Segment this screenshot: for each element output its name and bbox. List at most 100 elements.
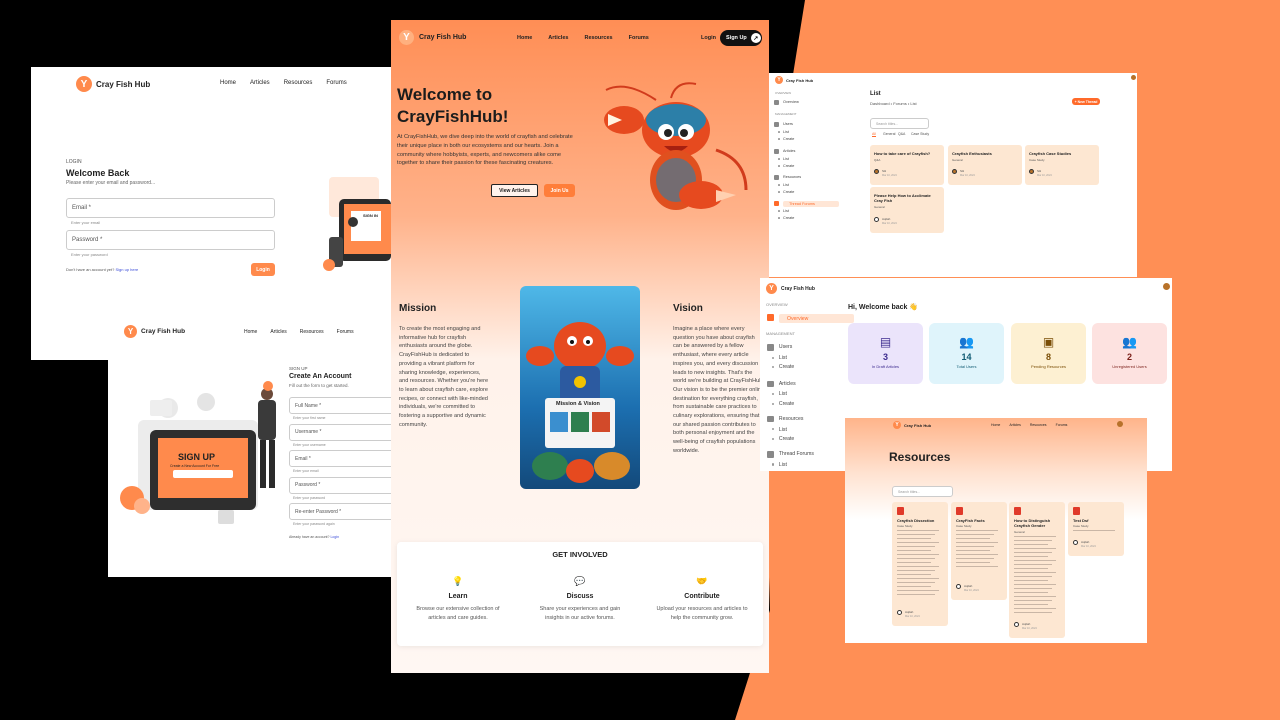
- breadcrumb: Dashboard • Forums • List: [870, 101, 917, 106]
- resource-card[interactable]: How to Distinguish Crayfish Gender Genera…: [1009, 502, 1065, 638]
- resource-card[interactable]: Test Dsf Case Study Aqilah Mar 10, 2024: [1068, 502, 1124, 556]
- search-input[interactable]: Search titles...: [892, 486, 953, 497]
- sidebar-section-overview: OVERVIEW: [766, 302, 788, 308]
- brand-logo[interactable]: Y Cray Fish Hub: [893, 421, 931, 429]
- text-line: [897, 574, 931, 575]
- sidebar-item[interactable]: Create: [783, 190, 794, 194]
- nav-resources[interactable]: Resources: [1030, 423, 1047, 427]
- thread-card[interactable]: Please Help How to Acclimate Cray Fish Ge…: [870, 187, 944, 233]
- brand-logo[interactable]: Y Cray Fish Hub: [76, 76, 150, 92]
- signup-field[interactable]: Password *: [289, 476, 392, 494]
- signup-subtitle: Fill out the form to get started.: [289, 383, 349, 388]
- landing-panel: Y Cray Fish Hub Home Articles Resources …: [391, 20, 769, 673]
- forum-tab[interactable]: General: [883, 132, 895, 136]
- sidebar-item[interactable]: Create: [779, 436, 794, 442]
- nav-articles[interactable]: Articles: [270, 329, 286, 335]
- brand-logo[interactable]: Y Cray Fish Hub: [766, 283, 815, 294]
- nav-home[interactable]: Home: [244, 329, 257, 335]
- sidebar-item[interactable]: Users: [783, 122, 793, 126]
- nav-articles[interactable]: Articles: [548, 35, 568, 41]
- sidebar-item[interactable]: Create: [783, 164, 794, 168]
- email-label: Email *: [72, 205, 92, 211]
- avatar[interactable]: [1117, 421, 1123, 427]
- involve-item-title: Discuss: [566, 593, 594, 600]
- nav-home[interactable]: Home: [991, 423, 1000, 427]
- search-input[interactable]: Search titles...: [870, 118, 929, 129]
- sidebar-item[interactable]: Create: [779, 364, 794, 370]
- resource-card[interactable]: Crayfish Dissection Case Study Aqilah Mar 1…: [892, 502, 948, 626]
- signup-link[interactable]: Sign up here: [115, 267, 138, 272]
- sidebar-item[interactable]: Resources: [783, 175, 801, 179]
- text-line: [1014, 544, 1048, 545]
- stat-label: Unregistered Users: [1112, 364, 1147, 369]
- login-illustration: SIGN IN: [319, 167, 391, 277]
- signup-field[interactable]: Username *: [289, 423, 392, 441]
- signup-field[interactable]: Full Name *: [289, 397, 392, 414]
- thread-card[interactable]: Crayfish Case Studies Case Study Siti Mar 1…: [1025, 145, 1099, 185]
- sidebar-item[interactable]: Create: [779, 401, 794, 407]
- login-button[interactable]: Login: [251, 263, 275, 276]
- thread-card[interactable]: Crayfish Enthusiasts General Siti Mar 10, 2…: [948, 145, 1022, 185]
- sidebar-item[interactable]: List: [783, 157, 789, 161]
- sidebar-item[interactable]: List: [783, 183, 789, 187]
- sidebar-item[interactable]: List: [779, 355, 787, 361]
- text-line: [956, 530, 998, 531]
- signup-button[interactable]: Sign Up ↗: [720, 30, 762, 46]
- sidebar-item[interactable]: Overview: [778, 314, 855, 324]
- view-articles-button[interactable]: View Articles: [491, 184, 538, 197]
- sidebar-item[interactable]: Create: [783, 216, 794, 220]
- join-us-button[interactable]: Join Us: [544, 184, 575, 197]
- nav-articles[interactable]: Articles: [1009, 423, 1020, 427]
- sidebar-item[interactable]: List: [779, 391, 787, 397]
- avatar[interactable]: [1131, 75, 1136, 80]
- text-line: [1014, 560, 1056, 561]
- nav-articles[interactable]: Articles: [250, 80, 270, 86]
- sidebar-item[interactable]: Articles: [779, 381, 796, 387]
- sidebar-item[interactable]: Thread Forums: [779, 451, 814, 457]
- forum-tab[interactable]: Q&A: [898, 132, 905, 136]
- forum-list-panel: Y Cray Fish Hub OVERVIEW MANAGEMENT Overvi…: [769, 73, 1137, 277]
- login-title: Welcome Back: [66, 168, 130, 178]
- brand-logo[interactable]: Y Cray Fish Hub: [124, 325, 185, 338]
- avatar[interactable]: [1163, 283, 1170, 290]
- bullet-icon: [778, 191, 780, 193]
- brand-logo[interactable]: Y Cray Fish Hub: [399, 30, 466, 45]
- email-field[interactable]: Email *: [66, 198, 275, 218]
- sidebar-item[interactable]: Overview: [783, 100, 799, 104]
- folder-icon: ▣: [1042, 335, 1055, 349]
- thread-card[interactable]: How to take care of Crayfish? Q&A Siti Mar …: [870, 145, 944, 185]
- sidebar-item[interactable]: Articles: [783, 149, 795, 153]
- nav-forums[interactable]: Forums: [1056, 423, 1068, 427]
- nav-home[interactable]: Home: [517, 35, 532, 41]
- brand-logo[interactable]: Y Cray Fish Hub: [775, 76, 813, 84]
- sidebar-item[interactable]: List: [783, 130, 789, 134]
- sidebar-item[interactable]: Create: [783, 137, 794, 141]
- sidebar-item[interactable]: Resources: [779, 416, 804, 422]
- sidebar-item[interactable]: List: [779, 427, 787, 433]
- sidebar-item[interactable]: Users: [779, 344, 792, 350]
- signup-field[interactable]: Re-enter Password *: [289, 503, 392, 520]
- signup-field[interactable]: Email *: [289, 450, 392, 467]
- signup-field-label: Username *: [295, 429, 322, 435]
- nav-home[interactable]: Home: [220, 80, 236, 86]
- hero-text: At CrayFishHub, we dive deep into the wo…: [397, 134, 573, 167]
- resource-card[interactable]: CrayFish Facts Case Study Aqilah Mar 10, 20…: [951, 502, 1007, 600]
- hero-title-line-2: CrayFishHub!: [397, 107, 509, 126]
- login-link[interactable]: Login: [330, 535, 339, 539]
- sidebar-item[interactable]: List: [783, 209, 789, 213]
- sidebar-item[interactable]: Thread Forums: [783, 201, 839, 207]
- nav-resources[interactable]: Resources: [584, 35, 612, 41]
- forum-tab[interactable]: All: [872, 132, 876, 137]
- nav-resources[interactable]: Resources: [284, 80, 313, 86]
- sidebar-item[interactable]: List: [779, 462, 787, 468]
- nav-resources[interactable]: Resources: [300, 329, 324, 335]
- nav-forums[interactable]: Forums: [326, 80, 346, 86]
- password-field[interactable]: Password *: [66, 230, 275, 250]
- login-link[interactable]: Login: [701, 35, 716, 41]
- nav-forums[interactable]: Forums: [629, 35, 649, 41]
- nav-forums[interactable]: Forums: [337, 329, 354, 335]
- sidebar-icon: [766, 450, 774, 458]
- new-thread-button[interactable]: + New Thread: [1072, 98, 1100, 105]
- text-line: [1014, 580, 1048, 581]
- forum-tab[interactable]: Case Study: [911, 132, 929, 136]
